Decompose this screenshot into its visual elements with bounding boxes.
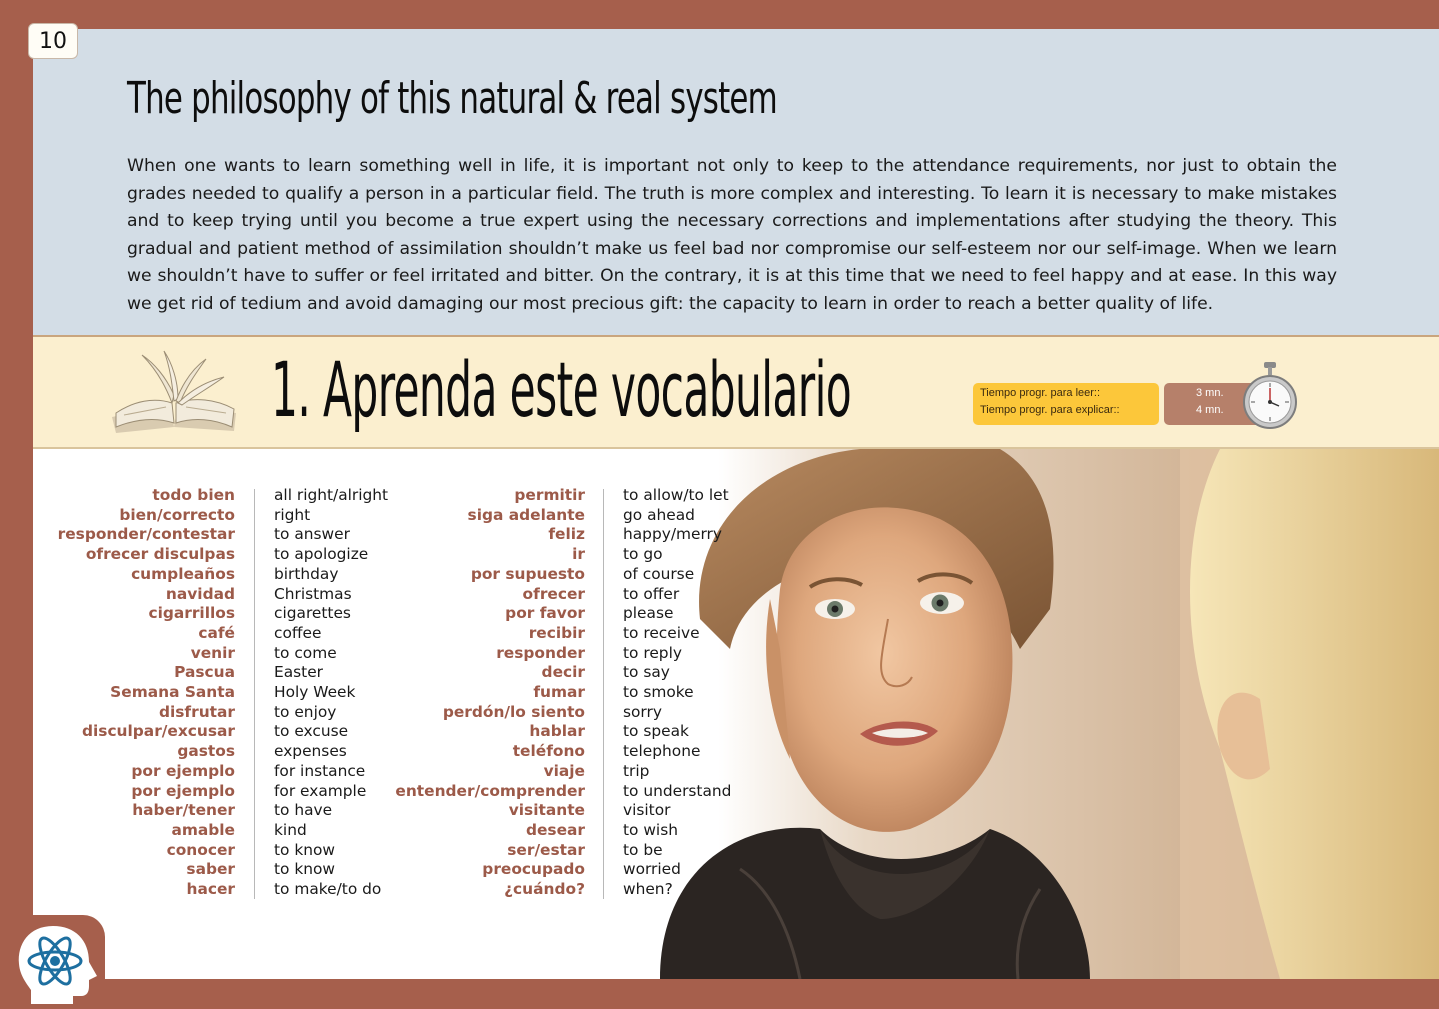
- vocab-spanish-term: cumpleaños: [131, 564, 235, 583]
- column-divider: [254, 489, 255, 899]
- vocab-spanish-term: decir: [541, 663, 585, 682]
- vocab-spanish-term: hacer: [186, 880, 236, 899]
- vocab-english-translation: to allow/to let: [623, 486, 729, 504]
- vocab-spanish-term: siga adelante: [467, 505, 585, 524]
- vocab-spanish-term: ¿cuándo?: [504, 880, 585, 899]
- vocab-spanish-term: hablar: [529, 722, 585, 741]
- vocab-english-translation: sorry: [623, 702, 662, 721]
- vocab-english-translation: to reply: [623, 643, 682, 662]
- vocab-spanish-term: por favor: [505, 604, 585, 623]
- vocab-spanish-term: por ejemplo: [131, 761, 235, 780]
- vocab-spanish-term: todo bien: [152, 486, 235, 504]
- vocab-english-translation: to say: [623, 663, 670, 682]
- vocab-spanish-term: café: [198, 623, 235, 642]
- vocab-col2-spanish: permitir siga adelante feliz ir por supuesto…: [380, 486, 585, 900]
- vocab-english-translation: to understand: [623, 781, 732, 800]
- vocab-spanish-term: haber/tener: [132, 801, 235, 820]
- vocab-spanish-term: responder/contestar: [57, 525, 235, 544]
- explain-time-value: 4 mn.: [1196, 404, 1224, 416]
- vocab-spanish-term: perdón/lo siento: [442, 702, 585, 721]
- vocab-spanish-term: fumar: [533, 683, 585, 702]
- vocab-spanish-term: conocer: [166, 840, 235, 859]
- open-book-icon: [112, 350, 236, 433]
- vocab-english-translation: to smoke: [623, 683, 694, 702]
- vocab-spanish-term: por supuesto: [470, 564, 585, 583]
- timing-labels: Tiempo progr. para leer:: Tiempo progr. …: [973, 383, 1159, 425]
- vocab-spanish-term: bien/correcto: [119, 505, 235, 524]
- vocab-spanish-term: recibir: [528, 623, 585, 642]
- vocab-english-translation: to go: [623, 545, 663, 564]
- vocab-spanish-term: cigarrillos: [148, 604, 235, 623]
- section-title: 1. Aprenda este vocabulario: [271, 345, 852, 434]
- vocab-english-translation: go ahead: [623, 505, 695, 524]
- vocab-spanish-term: Semana Santa: [110, 683, 235, 702]
- vocab-spanish-term: ser/estar: [507, 840, 585, 859]
- vocab-english-translation: trip: [623, 761, 650, 780]
- vocab-col1-spanish: todo bien bien/correcto responder/contesta…: [40, 486, 235, 900]
- vocab-spanish-term: responder: [496, 643, 585, 662]
- vocab-spanish-term: disculpar/excusar: [81, 722, 235, 741]
- intro-section: The philosophy of this natural & real sy…: [33, 29, 1439, 337]
- vocab-english-translation: when?: [623, 880, 673, 899]
- vocab-english-translation: of course: [623, 564, 695, 583]
- vocab-spanish-term: teléfono: [512, 742, 585, 761]
- read-time-label: Tiempo progr. para leer::: [980, 387, 1101, 399]
- vocab-spanish-term: saber: [186, 860, 235, 879]
- vocab-spanish-term: entender/comprender: [395, 781, 585, 800]
- vocab-english-translation: visitor: [623, 801, 671, 820]
- vocab-english-translation: to receive: [623, 623, 700, 642]
- vocab-spanish-term: feliz: [548, 525, 585, 544]
- vocab-spanish-term: preocupado: [482, 860, 585, 879]
- vocab-spanish-term: amable: [171, 820, 235, 839]
- vocab-spanish-term: por ejemplo: [131, 781, 235, 800]
- vocab-spanish-term: ofrecer: [522, 584, 585, 603]
- column-divider: [603, 489, 604, 899]
- vocab-spanish-term: navidad: [165, 584, 235, 603]
- vocab-spanish-term: ir: [572, 545, 585, 564]
- vocab-english-translation: telephone: [623, 742, 701, 761]
- vocab-spanish-term: Pascua: [174, 663, 235, 682]
- vocab-spanish-term: gastos: [177, 742, 235, 761]
- vocab-english-translation: please: [623, 604, 674, 623]
- vocab-spanish-term: visitante: [508, 801, 585, 820]
- explain-time-label: Tiempo progr. para explicar::: [980, 404, 1120, 416]
- vocab-english-translation: happy/merry: [623, 525, 722, 544]
- intro-title: The philosophy of this natural & real sy…: [127, 73, 778, 124]
- atom-head-icon: [18, 926, 97, 1004]
- vocab-english-translation: worried: [623, 860, 681, 879]
- page-number: 10: [28, 23, 78, 59]
- intro-body: When one wants to learn something well i…: [127, 156, 1337, 314]
- vocab-english-translation: to offer: [623, 584, 680, 603]
- vocab-spanish-term: venir: [190, 643, 235, 662]
- stopwatch-icon: [1243, 362, 1297, 429]
- vocab-spanish-term: viaje: [543, 761, 585, 780]
- vocab-english-translation: to be: [623, 840, 663, 859]
- vocab-english-translation: to speak: [623, 722, 689, 741]
- vocab-spanish-term: desear: [525, 820, 585, 839]
- vocab-spanish-term: disfrutar: [158, 702, 235, 721]
- vocab-spanish-term: ofrecer disculpas: [85, 545, 235, 564]
- read-time-value: 3 mn.: [1196, 387, 1224, 399]
- vocab-english-translation: to wish: [623, 820, 678, 839]
- vocab-col2-english: to allow/to let go ahead happy/merry to go o…: [623, 486, 773, 900]
- section-header: 1. Aprenda este vocabulario Tiempo progr…: [33, 337, 1439, 449]
- vocab-spanish-term: permitir: [514, 486, 585, 504]
